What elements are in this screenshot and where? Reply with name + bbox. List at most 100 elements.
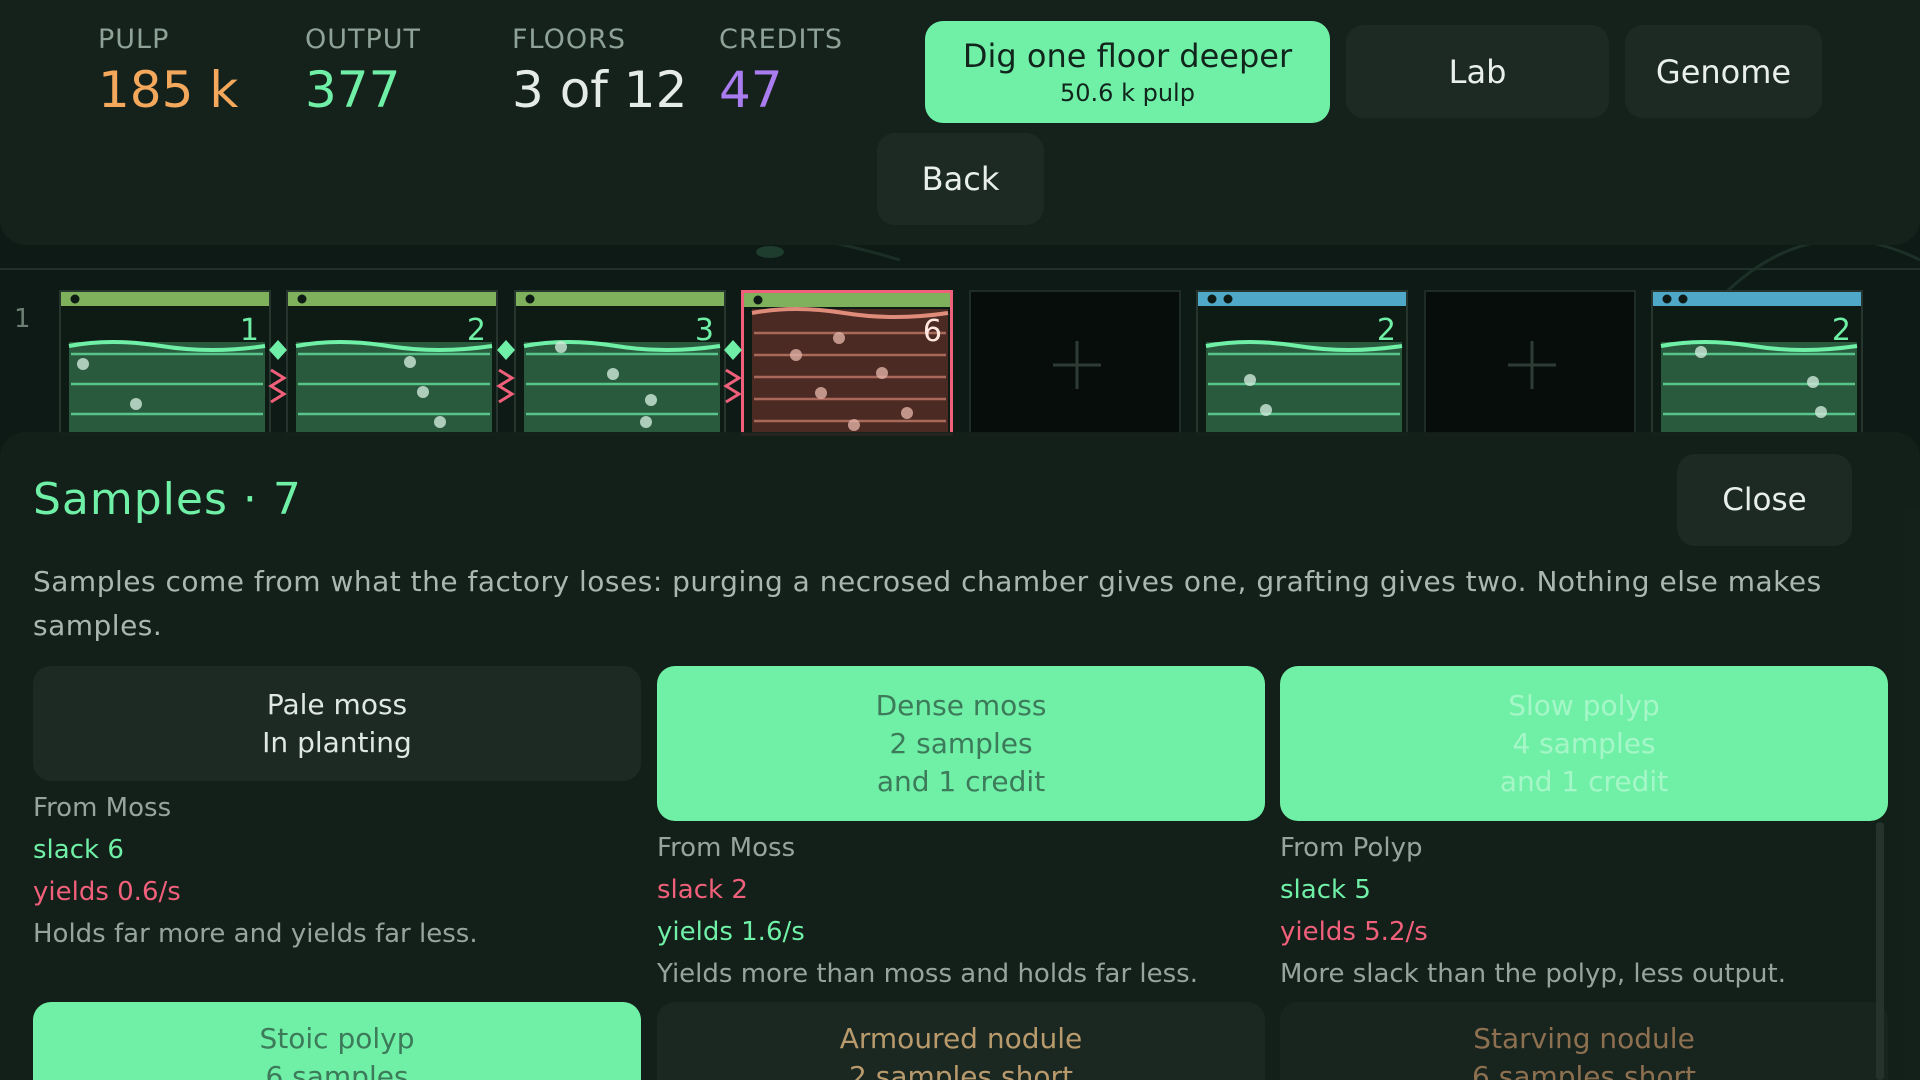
card-source: From Moss xyxy=(657,833,796,863)
genome-button[interactable]: Genome xyxy=(1625,25,1822,118)
floor-row-label: 1 xyxy=(14,304,31,334)
card-line: Dense moss xyxy=(875,688,1047,722)
chamber-graphic: 1 xyxy=(61,292,269,432)
card-line: Pale moss xyxy=(266,687,408,721)
chamber-count: 2 xyxy=(467,313,486,348)
chamber-count: 6 xyxy=(923,314,942,349)
chamber-count: 3 xyxy=(695,313,714,348)
card-yields: yields 1.6/s xyxy=(657,917,805,947)
card-line: Starving nodule xyxy=(1473,1022,1695,1055)
stat-value: 3 of 12 xyxy=(512,61,688,119)
card-note: Yields more than moss and holds far less… xyxy=(657,959,1198,989)
card-line: 6 samples short xyxy=(1472,1060,1696,1080)
card-line: 6 samples xyxy=(265,1060,409,1080)
chamber-particle xyxy=(848,419,860,431)
stat-output: OUTPUT 377 xyxy=(305,24,421,119)
stat-label: PULP xyxy=(98,24,170,55)
dig-deeper-button[interactable]: Dig one floor deeper 50.6 k pulp xyxy=(925,21,1330,123)
card-meta: From Moss slack 6 yields 0.6/s Holds far… xyxy=(33,787,641,955)
chamber-particle xyxy=(417,386,429,398)
card-line: and 1 credit xyxy=(1499,764,1669,798)
stoic-polyp-button[interactable]: Stoic polyp 6 samples xyxy=(33,1002,641,1080)
chamber-particle xyxy=(1807,376,1819,388)
chamber-particle xyxy=(833,332,845,344)
chamber-particle xyxy=(640,416,652,428)
chamber-indicator-dot xyxy=(525,294,535,304)
chamber-particle xyxy=(130,398,142,410)
chamber-particle xyxy=(404,356,416,368)
lab-label: Lab xyxy=(1448,52,1507,91)
slow-polyp-button[interactable]: Slow polyp 4 samples and 1 credit xyxy=(1280,666,1888,821)
card-meta: From Moss slack 2 yields 1.6/s Yields mo… xyxy=(657,827,1265,995)
chamber-4[interactable]: 6 xyxy=(741,290,953,436)
chamber-particle xyxy=(1260,404,1272,416)
chamber-3[interactable]: 3 xyxy=(514,290,726,436)
back-button[interactable]: Back xyxy=(877,133,1044,225)
sample-card-starving-nodule: Starving nodule 6 samples short xyxy=(1280,1002,1888,1080)
empty-chamber-slot[interactable] xyxy=(1424,290,1636,436)
panel-scrollbar[interactable] xyxy=(1876,822,1884,1080)
dense-moss-button[interactable]: Dense moss 2 samples and 1 credit xyxy=(657,666,1265,821)
card-slack: slack 5 xyxy=(1280,875,1371,905)
samples-panel: Samples · 7 Close Samples come from what… xyxy=(0,432,1920,1080)
card-slack: slack 2 xyxy=(657,875,748,905)
stat-label: CREDITS xyxy=(719,24,844,55)
pale-moss-button[interactable]: Pale moss In planting xyxy=(33,666,641,781)
chamber-status-bar xyxy=(516,292,724,306)
chamber-1[interactable]: 1 xyxy=(59,290,271,436)
card-note: Holds far more and yields far less. xyxy=(33,919,478,949)
stat-credits: CREDITS 47 xyxy=(719,24,843,119)
chamber-graphic: 2 xyxy=(288,292,496,432)
card-source: From Moss xyxy=(33,793,172,823)
chamber-count: 1 xyxy=(240,313,259,348)
card-meta: From Polyp slack 5 yields 5.2/s More sla… xyxy=(1280,827,1888,995)
panel-description: Samples come from what the factory loses… xyxy=(33,565,1822,642)
card-line: 2 samples xyxy=(889,726,1033,760)
close-label: Close xyxy=(1722,482,1807,518)
empty-chamber-slot[interactable] xyxy=(969,290,1181,436)
card-source: From Polyp xyxy=(1280,833,1423,863)
chamber-6[interactable]: 2 xyxy=(1196,290,1408,436)
starving-nodule-button[interactable]: Starving nodule 6 samples short xyxy=(1280,1002,1888,1080)
chamber-particle xyxy=(645,394,657,406)
chamber-indicator-dot xyxy=(1207,294,1217,304)
lab-button[interactable]: Lab xyxy=(1346,25,1609,118)
chamber-particle xyxy=(815,387,827,399)
armoured-nodule-button[interactable]: Armoured nodule 2 samples short xyxy=(657,1002,1265,1080)
chamber-particle xyxy=(1695,346,1707,358)
genome-label: Genome xyxy=(1655,52,1792,91)
card-note: More slack than the polyp, less output. xyxy=(1280,959,1786,989)
card-line: Armoured nodule xyxy=(839,1022,1083,1055)
chamber-count: 2 xyxy=(1377,313,1396,348)
card-line: Stoic polyp xyxy=(259,1022,415,1055)
chamber-2[interactable]: 2 xyxy=(286,290,498,436)
dig-deeper-cost: 50.6 k pulp xyxy=(1060,79,1195,107)
panel-title: Samples · 7 xyxy=(33,474,302,525)
add-icon xyxy=(1053,341,1101,389)
chamber-count: 2 xyxy=(1832,313,1851,348)
chamber-particle xyxy=(790,349,802,361)
stat-pulp: PULP 185 k xyxy=(98,24,238,119)
stat-value: 47 xyxy=(719,61,783,119)
chamber-particle xyxy=(1815,406,1827,418)
back-label: Back xyxy=(921,160,1000,198)
card-line: and 1 credit xyxy=(876,764,1046,798)
chamber-particle xyxy=(434,416,446,428)
card-yields: yields 5.2/s xyxy=(1280,917,1428,947)
chamber-indicator-dot xyxy=(1223,294,1233,304)
sample-card-pale-moss: Pale moss In planting From Moss slack 6 … xyxy=(33,666,641,955)
sample-card-slow-polyp: Slow polyp 4 samples and 1 credit From P… xyxy=(1280,666,1888,995)
chamber-8[interactable]: 2 xyxy=(1651,290,1863,436)
close-button[interactable]: Close xyxy=(1677,454,1852,546)
chamber-link-icon xyxy=(496,340,515,404)
chamber-indicator-dot xyxy=(70,294,80,304)
dig-deeper-label: Dig one floor deeper xyxy=(962,37,1293,75)
stat-floors: FLOORS 3 of 12 xyxy=(512,24,687,119)
top-bar: PULP 185 k OUTPUT 377 FLOORS 3 of 12 CRE… xyxy=(0,0,1920,245)
chamber-particle xyxy=(77,358,89,370)
chamber-particle xyxy=(607,368,619,380)
chamber-particle xyxy=(1244,374,1256,386)
card-slack: slack 6 xyxy=(33,835,124,865)
chamber-particle xyxy=(901,407,913,419)
chamber-particle xyxy=(555,341,567,353)
